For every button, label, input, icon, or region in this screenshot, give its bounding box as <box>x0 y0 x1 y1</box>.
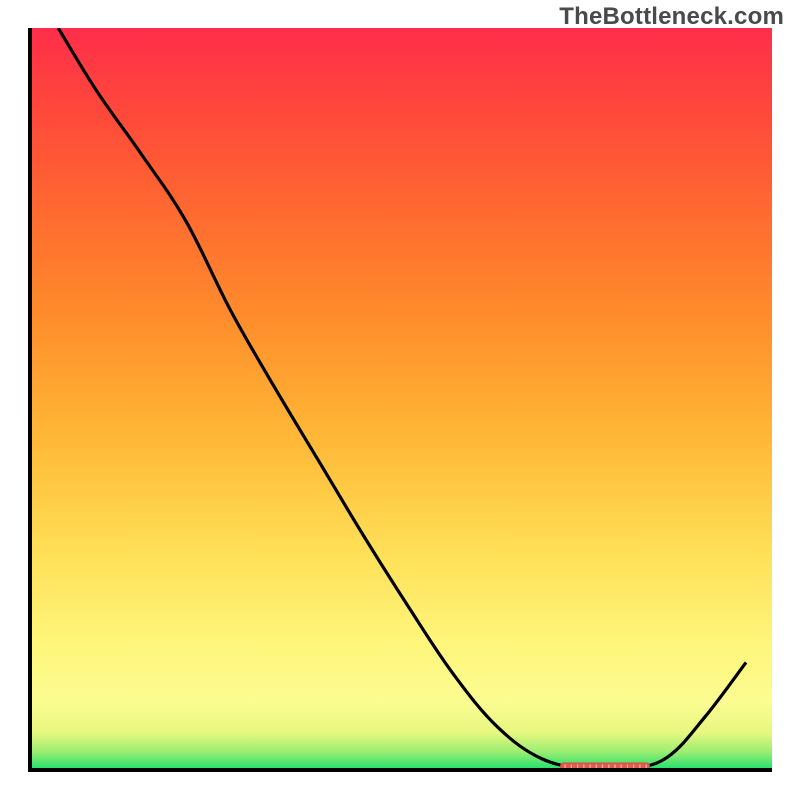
gradient-background <box>30 28 772 770</box>
bottleneck-chart <box>0 0 800 800</box>
chart-container: TheBottleneck.com <box>0 0 800 800</box>
